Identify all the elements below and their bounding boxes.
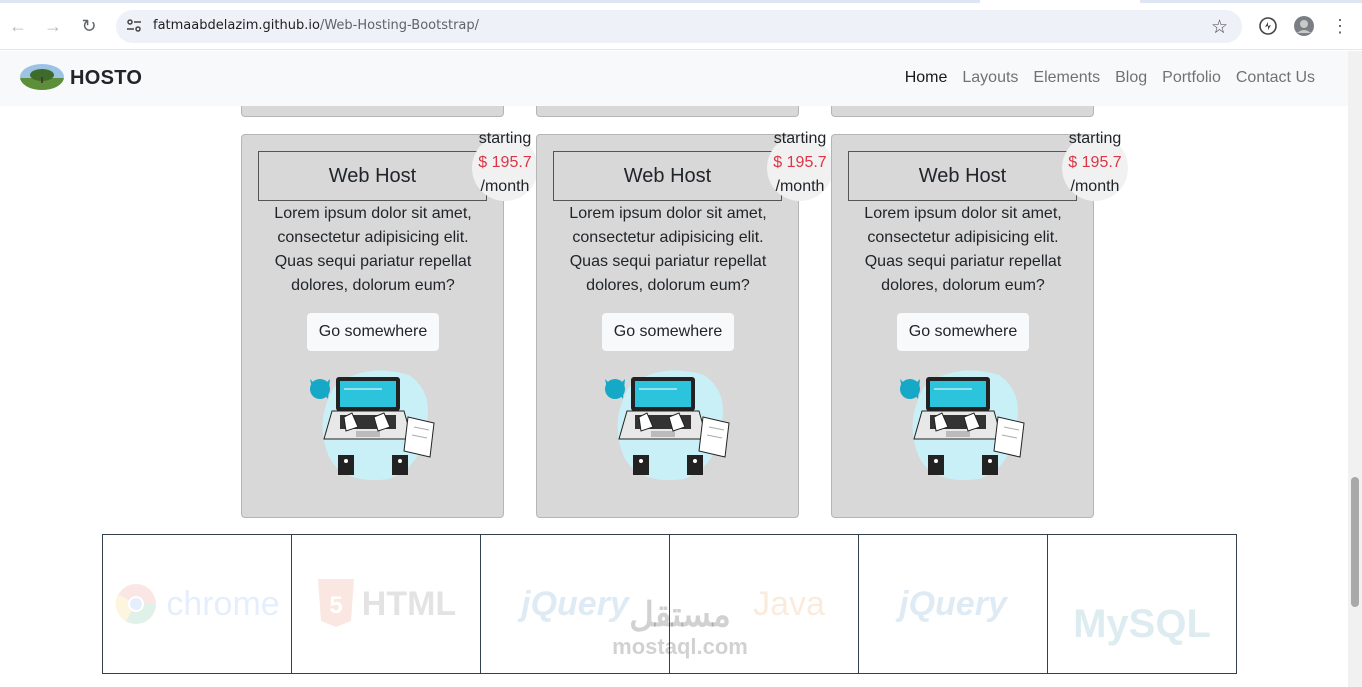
nav-item-contact-us[interactable]: Contact Us [1236,69,1315,87]
go-somewhere-button[interactable]: Go somewhere [602,313,734,351]
chrome-logo: chrome [102,534,292,674]
bookmark-star-icon[interactable]: ☆ [1211,16,1228,39]
card-title: Web Host [258,151,487,201]
nav-item-blog[interactable]: Blog [1115,69,1147,87]
card-stub [241,106,504,117]
page-content: Web Host starting $ 195.7 /month Lorem i… [0,106,1348,687]
card-description: Lorem ipsum dolor sit amet, consectetur … [864,205,1062,294]
chrome-logo-text: chrome [166,584,280,623]
price-amount: $ 195.7 [773,154,827,171]
site-navbar: HOSTO Home Layouts Elements Blog Portfol… [0,51,1348,106]
brand-logo[interactable] [20,64,64,90]
active-tab[interactable] [980,0,1140,3]
price-amount: $ 195.7 [478,154,532,171]
url-host: fatmaabdelazim.github.io [153,18,320,33]
nav-item-elements[interactable]: Elements [1033,69,1100,87]
laptop-illustration [900,370,1025,481]
scrollbar-thumb[interactable] [1351,477,1359,607]
card-stub [536,106,799,117]
price-suffix: /month [775,178,825,195]
price-suffix: /month [480,178,530,195]
laptop-illustration [605,370,730,481]
nav-item-layouts[interactable]: Layouts [962,69,1018,87]
tab-strip [0,0,1362,3]
price-prefix: starting [478,130,532,147]
extension-icon[interactable] [1257,15,1279,37]
pricing-card: Web Host starting $ 195.7 /month Lorem i… [536,130,833,518]
brand-name[interactable]: HOSTO [70,67,142,90]
url-path: /Web-Hosting-Bootstrap/ [319,18,480,33]
price-prefix: starting [773,130,827,147]
watermark-latin: mostaql.com [612,634,748,659]
price-label: starting $ 195.7 /month [764,127,836,199]
go-somewhere-button[interactable]: Go somewhere [307,313,439,351]
html5-shield-icon: 5 [317,579,354,627]
reload-icon[interactable]: ↻ [77,14,101,38]
mysql-logo: MySQL [1047,534,1237,674]
card-description: Lorem ipsum dolor sit amet, consectetur … [569,205,767,294]
price-label: starting $ 195.7 /month [1059,127,1131,199]
chrome-icon [115,584,157,624]
pricing-card: Web Host starting $ 195.7 /month Lorem i… [241,130,538,518]
nav-item-portfolio[interactable]: Portfolio [1162,69,1221,87]
card-title: Web Host [553,151,782,201]
kebab-menu-icon[interactable]: ⋮ [1328,14,1352,38]
forward-icon[interactable]: → [41,14,65,38]
nav-menu: Home Layouts Elements Blog Portfolio Con… [890,69,1315,87]
laptop-illustration [310,370,435,481]
jquery-logo-text: jQuery [899,584,1007,623]
jquery-logo: jQuery [858,534,1048,674]
card-stub [831,106,1094,117]
card-title: Web Host [848,151,1077,201]
nav-item-home[interactable]: Home [905,69,948,87]
svg-text:5: 5 [329,592,342,619]
back-icon[interactable]: ← [6,14,30,38]
price-suffix: /month [1070,178,1120,195]
pricing-card: Web Host starting $ 195.7 /month Lorem i… [831,130,1128,518]
html-logo: 5 HTML [291,534,481,674]
profile-avatar[interactable] [1293,15,1315,37]
mysql-logo-text: MySQL [1073,601,1211,646]
price-prefix: starting [1068,130,1122,147]
html-logo-text: HTML [361,584,457,623]
watermark: مستقل mostaql.com [580,596,780,660]
go-somewhere-button[interactable]: Go somewhere [897,313,1029,351]
page-scrollbar[interactable] [1348,51,1362,687]
address-bar[interactable]: fatmaabdelazim.github.io/Web-Hosting-Boo… [116,10,1242,43]
url-text: fatmaabdelazim.github.io/Web-Hosting-Boo… [153,18,479,33]
card-description: Lorem ipsum dolor sit amet, consectetur … [274,205,472,294]
site-info-icon[interactable] [126,18,142,34]
price-label: starting $ 195.7 /month [469,127,541,199]
browser-toolbar: ← → ↻ fatmaabdelazim.github.io/Web-Hosti… [0,0,1362,50]
price-amount: $ 195.7 [1068,154,1122,171]
watermark-arabic: مستقل [629,596,731,634]
